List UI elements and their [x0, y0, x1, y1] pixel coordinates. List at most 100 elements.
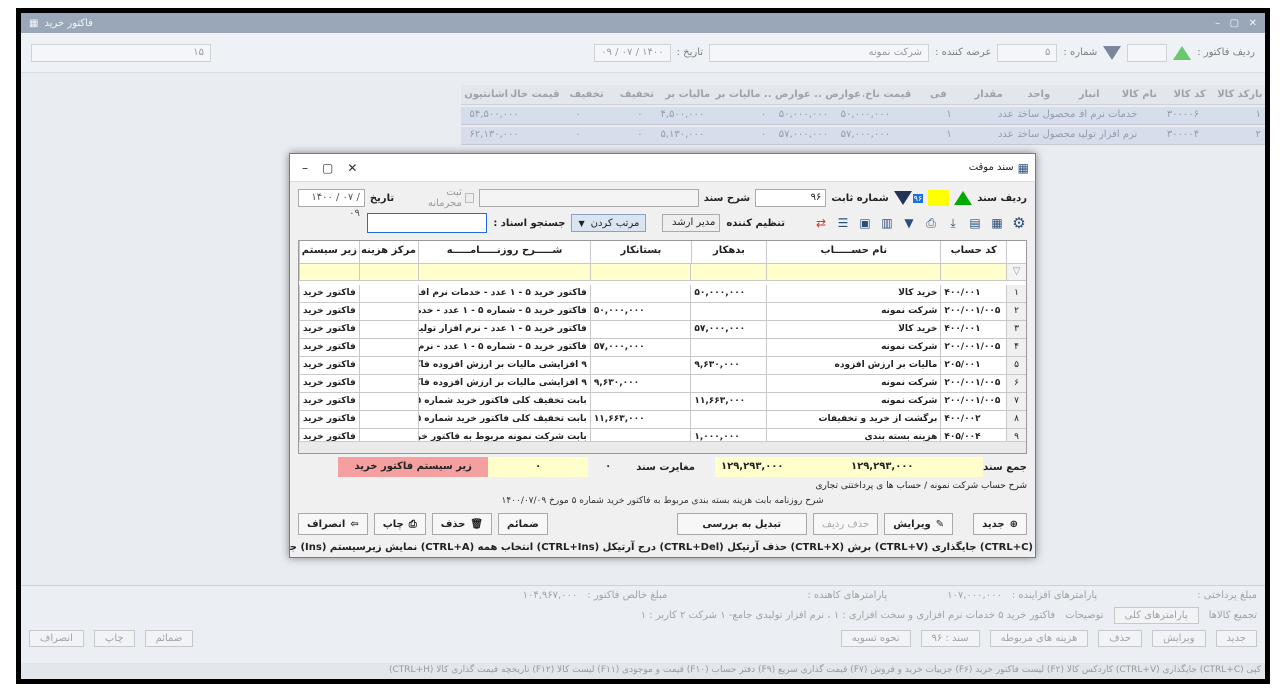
table-cell[interactable]: ۵۷,۰۰۰,۰۰۰ [690, 321, 766, 338]
bg-col-header[interactable]: واحد [1014, 85, 1064, 104]
bg-new-button[interactable]: جدید [1215, 630, 1257, 647]
table-row[interactable]: ۲ ۲۰۰/۰۰۱/۰۰۵ شرکت نمونه ۵۰,۰۰۰,۰۰۰ فاکتور خ… [299, 303, 1026, 321]
bg-col-header[interactable]: کد کالا [1165, 85, 1215, 104]
search-voucher-input[interactable] [367, 213, 488, 233]
table-cell[interactable]: بابت تخفیف کلی فاکتور خرید شماره ۵ مورخ … [417, 411, 590, 428]
maximize-icon[interactable]: ▢ [322, 161, 333, 175]
table-cell[interactable] [358, 411, 418, 428]
bg-col-header[interactable]: انبار [1064, 85, 1114, 104]
grouping-checkbox[interactable]: تجمیع کالاها [1209, 610, 1257, 621]
bg-col-header[interactable]: قیمت ناخ... [863, 85, 913, 104]
bg-col-header[interactable]: مقدار [964, 85, 1014, 104]
bg-col-header[interactable]: بارکد کالا [1215, 85, 1265, 104]
table-cell[interactable]: ۹ افزایشی مالیات بر ارزش افزوده فاکتور خ… [417, 357, 590, 374]
table-cell[interactable]: فاکتور خرید ۵ [299, 339, 359, 356]
bg-edit-button[interactable]: ویرایش [1152, 630, 1206, 647]
voucher-date-field[interactable]: ۱۴۰۰ / ۰۷ / ۰۹ [297, 189, 365, 219]
list-icon[interactable]: ☰ [835, 215, 851, 231]
table-cell[interactable]: ۴۰۰/۰۰۱ [940, 285, 1006, 302]
table-row[interactable]: ۸ ۴۰۰/۰۰۲ برگشت از خرید و تخفیفات ۱۱,۶۶۳,۰۰… [299, 411, 1026, 429]
table-row[interactable]: ۷ ۲۰۰/۰۰۱/۰۰۵ شرکت نمونه ۱۱,۶۶۳,۰۰۰ بابت تخف… [299, 393, 1026, 411]
bg-col-header[interactable]: قیمت خالص [511, 85, 561, 104]
column-header[interactable]: بدهکار [690, 241, 767, 263]
cancel-button[interactable]: ⇦ انصراف [298, 513, 368, 535]
table-cell[interactable]: فاکتور خرید ۵ - شماره ۵ - ۱ عدد - نرم اف… [417, 339, 590, 356]
table-row[interactable]: ۵ ۲۰۵/۰۰۱ مالیات بر ارزش افزوده ۹,۶۳۰,۰۰۰ ۹ … [299, 357, 1026, 375]
confidential-checkbox[interactable]: ثبت محرمانه [416, 187, 474, 209]
bg-delete-button[interactable]: حذف [1098, 630, 1143, 647]
table-cell[interactable]: بابت تخفیف کلی فاکتور خرید شماره ۵ مورخ … [417, 393, 590, 410]
new-button[interactable]: ⊕ جدید [973, 513, 1027, 535]
attachments-button[interactable]: ضمائم [498, 513, 548, 535]
convert-to-review-button[interactable]: تبدیل به بررسی [676, 513, 807, 535]
export-icon[interactable]: ⇄ [813, 215, 829, 231]
table-cell[interactable] [358, 393, 418, 410]
table-cell[interactable]: ۵۷,۰۰۰,۰۰۰ [589, 339, 691, 356]
table-cell[interactable] [690, 303, 766, 320]
next-voucher-icon[interactable] [954, 191, 973, 205]
column-header[interactable]: مرکز هزینه [359, 241, 418, 263]
table-cell[interactable] [589, 285, 691, 302]
printer-icon[interactable]: ⎙ [923, 215, 939, 231]
table-cell[interactable]: ۲۰۵/۰۰۱ [940, 357, 1006, 374]
table-cell[interactable] [358, 357, 418, 374]
table-cell[interactable]: ۵۰,۰۰۰,۰۰۰ [589, 303, 691, 320]
bg-settle-button[interactable]: نحوه تسویه [840, 630, 911, 647]
bg-print-button[interactable]: چاپ [93, 630, 135, 647]
download-icon[interactable]: ⤓ [945, 215, 961, 231]
next-arrow-icon[interactable] [1173, 45, 1192, 60]
table-cell[interactable]: ۲۰۰/۰۰۱/۰۰۵ [940, 339, 1006, 356]
table-cell[interactable]: خرید کالا [766, 285, 940, 302]
grid-search-icon[interactable]: ▦ [989, 215, 1005, 231]
column-header[interactable]: نام حســـــاب [766, 241, 940, 263]
columns-icon[interactable]: ▥ [879, 215, 895, 231]
table-cell[interactable]: ۴۰۰/۰۰۱ [940, 321, 1006, 338]
table-cell[interactable] [690, 339, 766, 356]
fixed-no-field[interactable]: ۹۶ [755, 189, 827, 207]
table-cell[interactable]: شرکت نمونه [766, 393, 940, 410]
invoice-row-input[interactable] [1127, 43, 1168, 62]
table-row[interactable]: ۳ ۴۰۰/۰۰۱ خرید کالا ۵۷,۰۰۰,۰۰۰ فاکتور خرید ۵… [299, 321, 1026, 339]
bg-col-header[interactable]: عوارض ... [763, 85, 813, 104]
table-cell[interactable]: شرکت نمونه [766, 303, 940, 320]
table-cell[interactable] [358, 303, 418, 320]
table-cell[interactable]: فاکتور خرید ۵ [299, 321, 359, 338]
table-cell[interactable]: مالیات بر ارزش افزوده [766, 357, 940, 374]
table-cell[interactable]: ۱۱,۶۶۳,۰۰۰ [690, 393, 766, 410]
sort-dropdown[interactable]: مرتب کردن ▼ [571, 214, 647, 232]
calendar-icon[interactable]: ▤ [967, 215, 983, 231]
close-icon[interactable]: ✕ [347, 161, 357, 175]
bg-col-header[interactable]: اشانتیون [461, 85, 511, 104]
date-field[interactable]: ۱۴۰۰ / ۰۷ / ۰۹ [594, 43, 671, 62]
table-cell[interactable]: ۲۰۰/۰۰۱/۰۰۵ [940, 303, 1006, 320]
table-cell[interactable]: فاکتور خرید ۵ - شماره ۵ - ۱ عدد - خدمات … [417, 303, 590, 320]
bg-table-row[interactable]: ۱ ۳۰۰۰۰۶ خدمات نرم افزارمحصول ساختهعدد ۱ ۵۰,… [461, 107, 1265, 125]
table-row[interactable]: ۴ ۲۰۰/۰۰۱/۰۰۵ شرکت نمونه ۵۷,۰۰۰,۰۰۰ فاکتور خ… [299, 339, 1026, 357]
table-cell[interactable] [358, 339, 418, 356]
table-cell[interactable]: شرکت نمونه [766, 375, 940, 392]
delete-button[interactable]: 🗑 حذف [431, 513, 493, 535]
filter-icon[interactable]: ▼ [901, 215, 917, 231]
settings-gear-icon[interactable]: ⚙ [1011, 214, 1027, 232]
bg-cancel-button[interactable]: انصراف [29, 630, 84, 647]
voucher-desc-field[interactable] [478, 189, 699, 207]
table-cell[interactable]: برگشت از خرید و تخفیفات [766, 411, 940, 428]
table-cell[interactable]: فاکتور خرید ۵ [299, 375, 359, 392]
filter-row[interactable]: ▽ [299, 264, 1026, 281]
bg-window-controls[interactable]: – ▢ ✕ [1215, 18, 1257, 29]
bg-col-header[interactable]: نام کالا [1114, 85, 1164, 104]
delete-row-button[interactable]: حذف ردیف [812, 513, 879, 535]
supplier-field[interactable]: شرکت نمونه [709, 43, 930, 62]
table-cell[interactable]: ۱۱,۶۶۳,۰۰۰ [589, 411, 691, 428]
table-cell[interactable] [358, 285, 418, 302]
edit-button[interactable]: ✎ ویرایش [884, 513, 954, 535]
bg-col-header[interactable]: مالیات بر ... [662, 85, 712, 104]
calculator-icon[interactable]: ▣ [857, 215, 873, 231]
bg-col-header[interactable]: مالیات بر ... [712, 85, 762, 104]
table-cell[interactable]: فاکتور خرید ۵ [299, 303, 359, 320]
bg-col-header[interactable]: تخفیف [562, 85, 612, 104]
table-cell[interactable]: ۹ افزایشی مالیات بر ارزش افزوده فاکتور خ… [417, 375, 590, 392]
prev-arrow-icon[interactable] [1103, 45, 1122, 60]
table-cell[interactable]: فاکتور خرید ۵ - ۱ عدد - نرم افزار تولیدی… [417, 321, 590, 338]
bg-table-row[interactable]: ۲ ۳۰۰۰۰۴ نرم افزار تولید محصول ساخته عدد ۱ ۵۷,… [461, 127, 1265, 145]
